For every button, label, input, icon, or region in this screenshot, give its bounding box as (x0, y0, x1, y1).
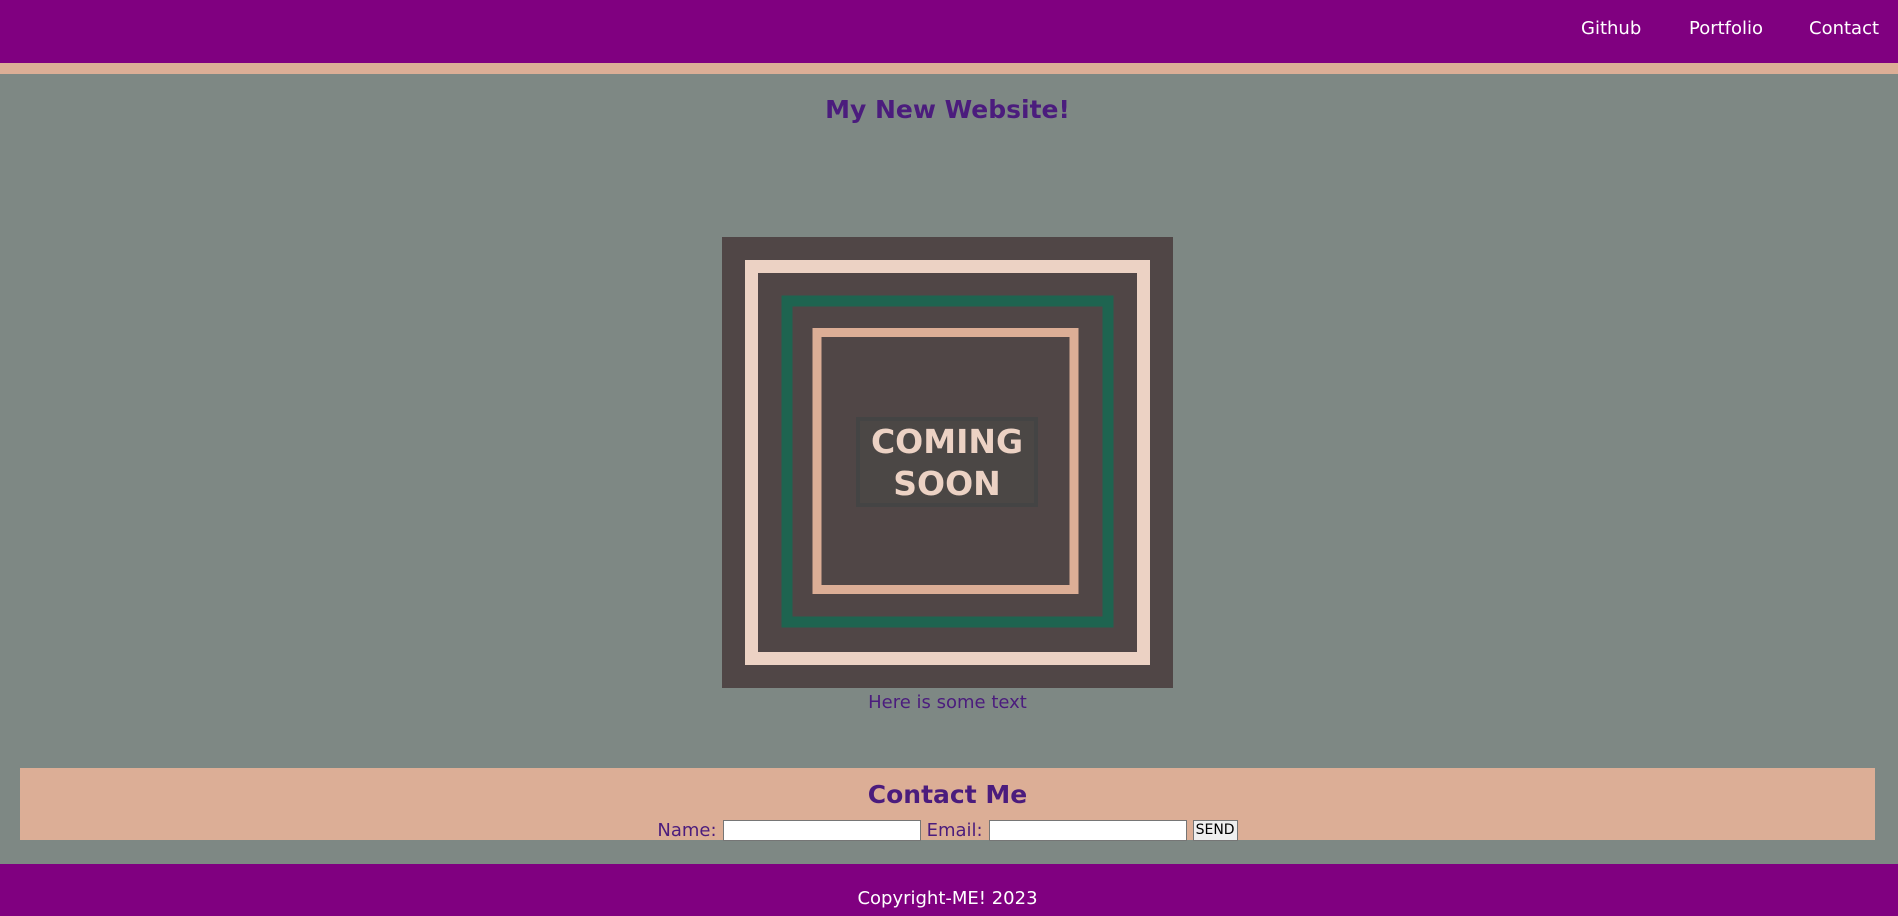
contact-form: Name: Email: SEND (0, 818, 1895, 842)
nav-link-contact[interactable]: Contact (1809, 18, 1879, 39)
navbar-accent-stripe (0, 63, 1898, 74)
footer-copyright: Copyright-ME! 2023 (857, 888, 1038, 909)
image-text-line1: COMING (871, 422, 1023, 461)
page-title: My New Website! (825, 95, 1070, 124)
email-input[interactable] (988, 819, 1187, 841)
nav-link-github[interactable]: Github (1581, 18, 1641, 39)
email-label: Email: (926, 819, 983, 841)
name-input[interactable] (722, 819, 921, 841)
nav-link-portfolio[interactable]: Portfolio (1689, 18, 1763, 39)
image-caption: Here is some text (868, 692, 1027, 713)
top-navbar: Github Portfolio Contact (0, 0, 1898, 63)
coming-soon-image: COMING SOON (722, 237, 1173, 688)
contact-title: Contact Me (867, 780, 1028, 809)
image-text-line2: SOON (893, 464, 1001, 503)
name-label: Name: (657, 819, 717, 841)
send-button[interactable]: SEND (1192, 819, 1238, 841)
